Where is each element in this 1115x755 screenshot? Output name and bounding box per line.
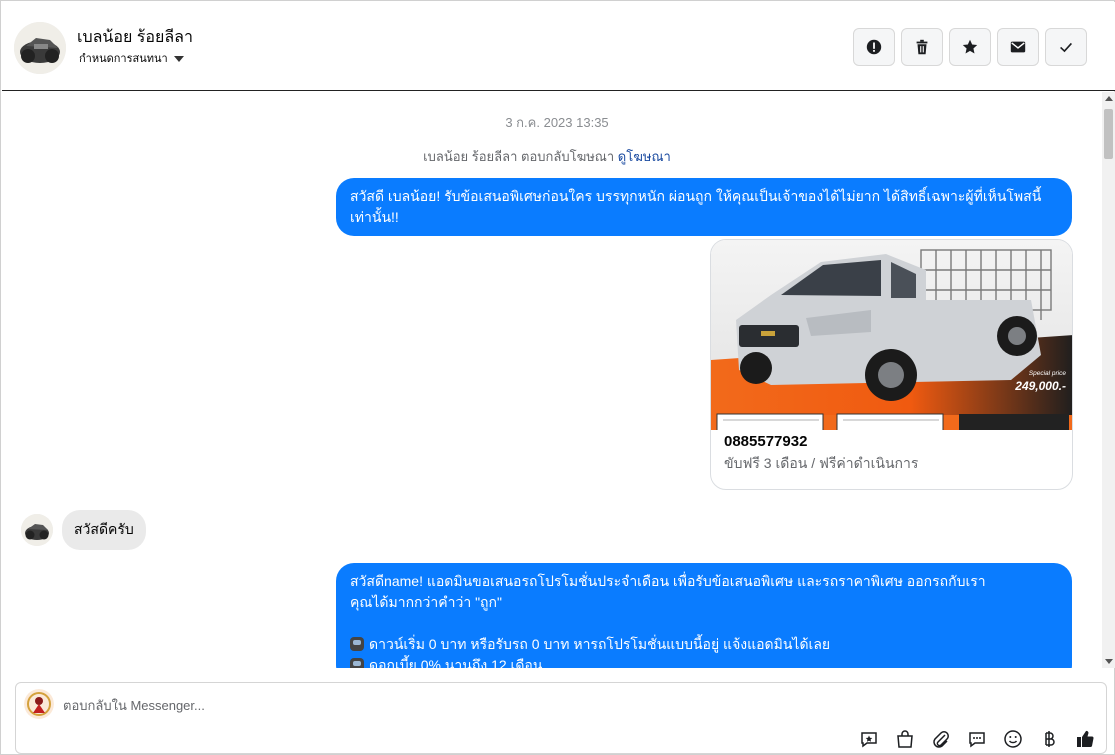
- page-avatar: [24, 689, 54, 719]
- ad-card[interactable]: Special price 249,000.- 0885577932 ขับฟร…: [710, 239, 1073, 490]
- caret-down-icon: [173, 55, 184, 62]
- alert-circle-icon: [866, 39, 882, 55]
- message-thread[interactable]: 3 ก.ค. 2023 13:35 เบลน้อย ร้อยลีลา ตอบกล…: [2, 92, 1102, 668]
- shopping-bag-icon: [897, 730, 913, 748]
- payment-button[interactable]: [1038, 728, 1060, 750]
- baht-icon: [1045, 731, 1055, 747]
- saved-reply-button[interactable]: [966, 728, 988, 750]
- paperclip-icon: [933, 731, 949, 748]
- promo-line-4-row: ดอกเบี้ย 0% นานถึง 12 เดือน: [350, 655, 1058, 668]
- thumbs-up-icon: [1077, 730, 1094, 748]
- promo-line-4: ดอกเบี้ย 0% นานถึง 12 เดือน: [369, 657, 543, 668]
- envelope-icon: [1010, 41, 1026, 53]
- emoji-button[interactable]: [1002, 728, 1024, 750]
- composer-toolbar: [858, 728, 1096, 750]
- contact-avatar[interactable]: [14, 22, 66, 74]
- assign-conversation-label: กำหนดการสนทนา: [79, 53, 168, 65]
- sticker-reply-button[interactable]: [858, 728, 880, 750]
- sticker-reply-icon: [861, 732, 877, 748]
- scroll-thumb[interactable]: [1104, 109, 1113, 159]
- scroll-up-arrow-icon[interactable]: [1105, 96, 1113, 101]
- report-button[interactable]: [853, 28, 895, 66]
- outgoing-message-bubble-promo[interactable]: สวัสดีname! แอดมินขอเสนอรถโปรโมชั่นประจำ…: [336, 563, 1072, 668]
- ad-card-image: Special price 249,000.-: [711, 240, 1072, 430]
- scroll-down-arrow-icon[interactable]: [1105, 659, 1113, 664]
- contact-avatar-small[interactable]: [21, 514, 53, 546]
- thread-scrollbar[interactable]: [1102, 92, 1115, 668]
- trash-icon: [916, 39, 928, 55]
- header-actions: [853, 28, 1087, 66]
- outgoing-message-bubble[interactable]: สวัสดี เบลน้อย! รับข้อเสนอพิเศษก่อนใคร บ…: [336, 178, 1072, 236]
- ad-reply-text: เบลน้อย ร้อยลีลา ตอบกลับโฆษณา: [423, 149, 615, 164]
- ad-card-title: 0885577932: [724, 433, 808, 450]
- star-button[interactable]: [949, 28, 991, 66]
- conversation-header: เบลน้อย ร้อยลีลา กำหนดการสนทนา: [2, 2, 1115, 91]
- shop-button[interactable]: [894, 728, 916, 750]
- emoji-icon: [1004, 730, 1022, 748]
- star-icon: [962, 39, 978, 54]
- price-tag-label: Special price: [1029, 370, 1067, 377]
- ad-reply-notice: เบลน้อย ร้อยลีลา ตอบกลับโฆษณา ดูโฆษณา: [2, 146, 1092, 167]
- view-ad-link[interactable]: ดูโฆษณา: [618, 149, 671, 164]
- promo-line-1: สวัสดีname! แอดมินขอเสนอรถโปรโมชั่นประจำ…: [350, 573, 986, 589]
- mark-unread-button[interactable]: [997, 28, 1039, 66]
- promo-line-3: ดาวน์เริ่ม 0 บาท หรือรับรถ 0 บาท หารถโปร…: [369, 636, 831, 652]
- promo-line-2: คุณได้มากกว่าคำว่า "ถูก": [350, 594, 502, 610]
- promo-line-3-row: ดาวน์เริ่ม 0 บาท หรือรับรถ 0 บาท หารถโปร…: [350, 634, 1058, 655]
- like-button[interactable]: [1074, 728, 1096, 750]
- delete-button[interactable]: [901, 28, 943, 66]
- price-tag-value: 249,000.-: [1014, 379, 1066, 393]
- message-timestamp: 3 ก.ค. 2023 13:35: [505, 115, 609, 130]
- check-icon: [1060, 42, 1073, 53]
- reply-composer: [15, 682, 1107, 754]
- reply-input[interactable]: [63, 695, 843, 715]
- car-emoji-icon: [350, 658, 364, 668]
- attach-button[interactable]: [930, 728, 952, 750]
- saved-reply-icon: [969, 732, 985, 748]
- promo-spacer: [350, 613, 1058, 634]
- incoming-message-bubble[interactable]: สวัสดีครับ: [62, 510, 146, 550]
- incoming-message-row: สวัสดีครับ: [21, 510, 146, 550]
- car-emoji-icon: [350, 637, 364, 651]
- inbox-conversation-panel: เบลน้อย ร้อยลีลา กำหนดการสนทนา 3 ก.ค. 20…: [0, 0, 1115, 755]
- contact-name[interactable]: เบลน้อย ร้อยลีลา: [77, 25, 193, 50]
- ad-card-subtitle: ขับฟรี 3 เดือน / ฟรีค่าดำเนินการ: [724, 455, 919, 471]
- assign-conversation-dropdown[interactable]: กำหนดการสนทนา: [79, 49, 184, 67]
- mark-done-button[interactable]: [1045, 28, 1087, 66]
